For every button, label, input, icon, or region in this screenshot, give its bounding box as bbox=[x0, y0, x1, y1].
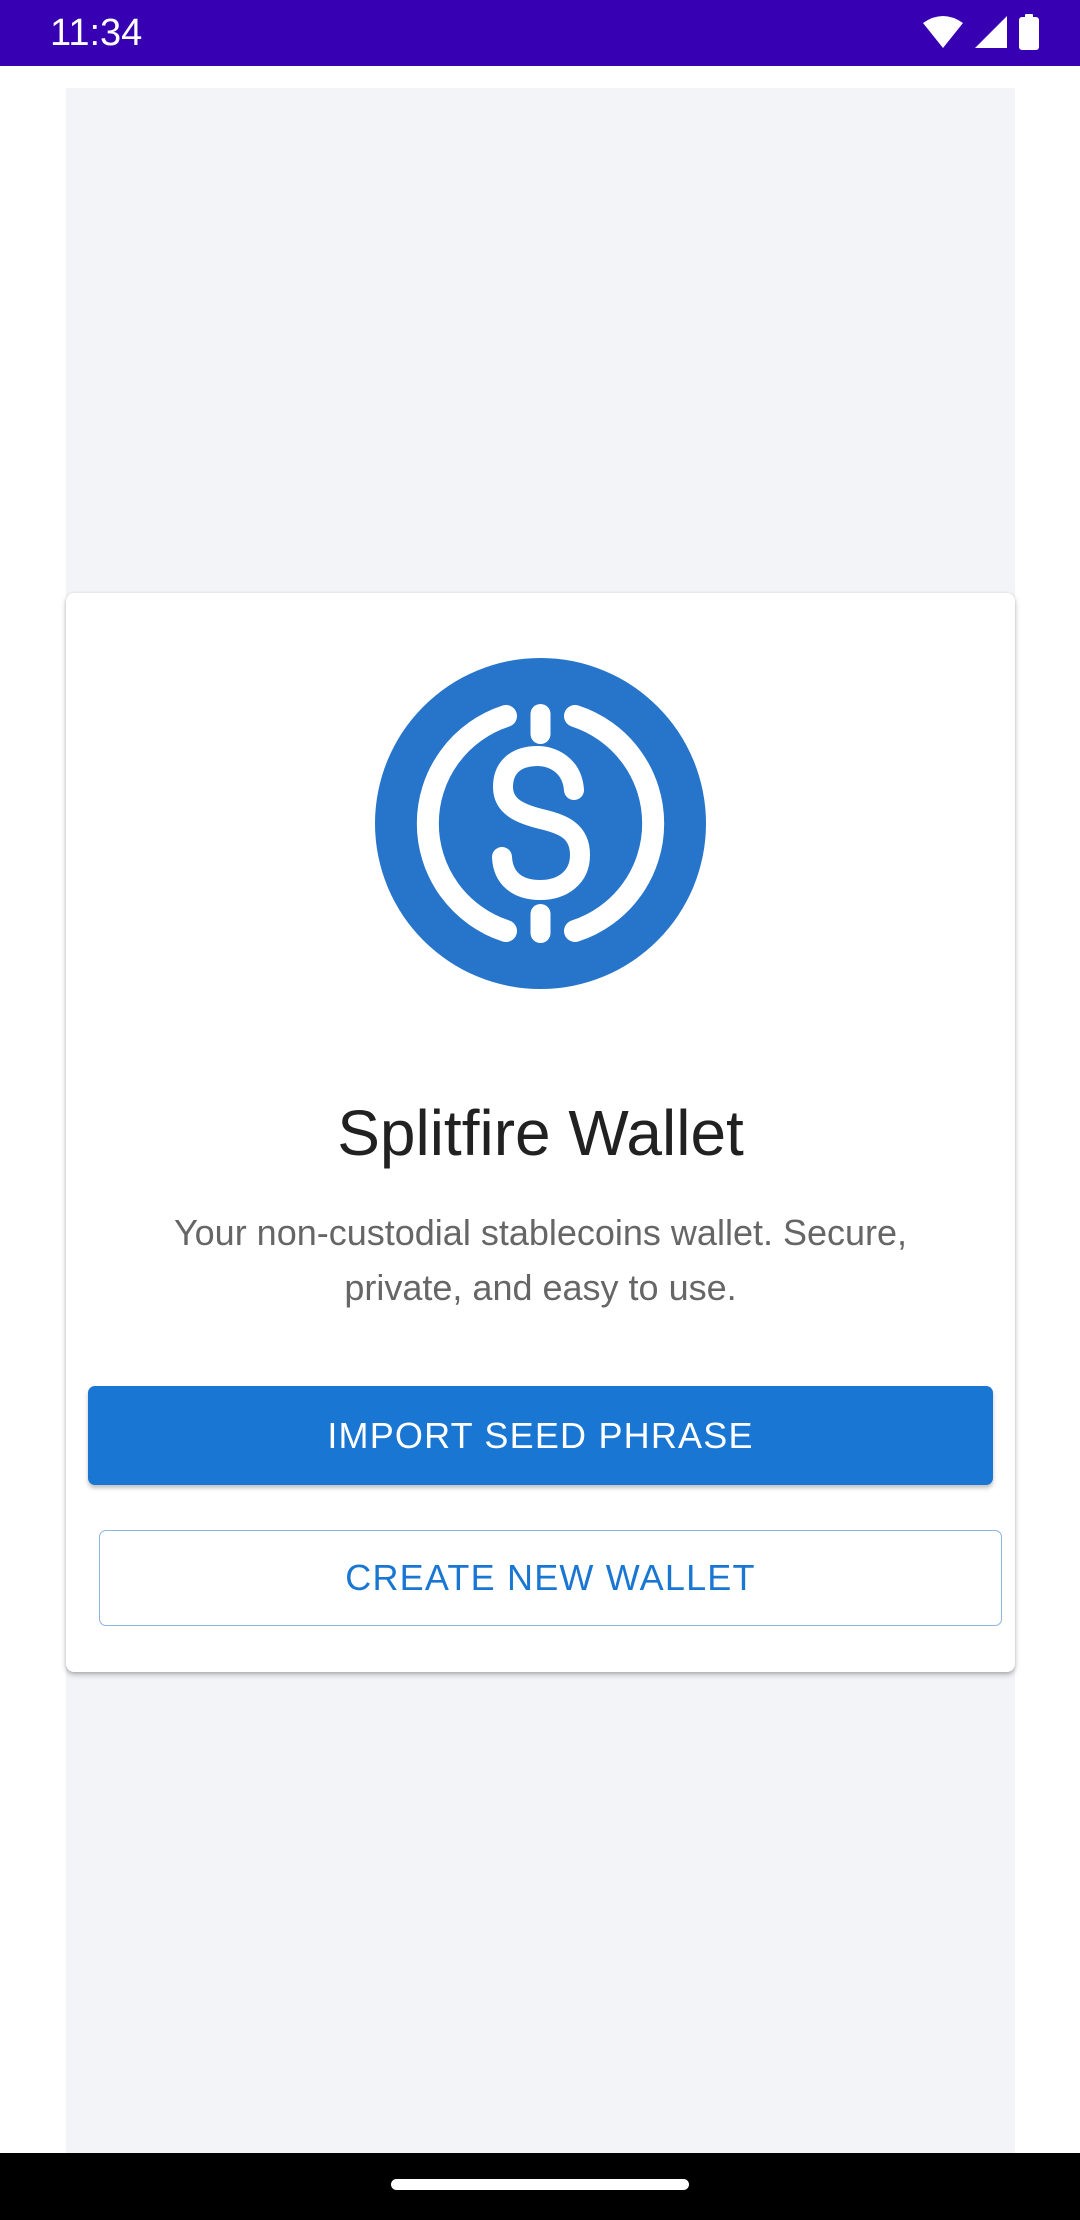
import-seed-phrase-button[interactable]: IMPORT SEED PHRASE bbox=[88, 1386, 993, 1485]
create-new-wallet-label: CREATE NEW WALLET bbox=[345, 1557, 756, 1598]
signal-icon bbox=[974, 15, 1008, 49]
navigation-bar bbox=[0, 2153, 1080, 2220]
app-tagline: Your non-custodial stablecoins wallet. S… bbox=[173, 1212, 908, 1308]
status-time: 11:34 bbox=[50, 12, 143, 54]
status-icons bbox=[922, 14, 1040, 50]
app-title: Splitfire Wallet bbox=[337, 1097, 744, 1169]
usdc-dollar-coin-icon bbox=[375, 658, 706, 989]
welcome-card: Splitfire Wallet Your non-custodial stab… bbox=[66, 593, 1015, 1672]
status-bar: 11:34 bbox=[0, 0, 1080, 66]
battery-icon bbox=[1018, 14, 1040, 50]
wifi-icon bbox=[922, 15, 964, 49]
create-new-wallet-button[interactable]: CREATE NEW WALLET bbox=[99, 1530, 1002, 1626]
import-seed-phrase-label: IMPORT SEED PHRASE bbox=[327, 1414, 754, 1456]
home-gesture-handle[interactable] bbox=[391, 2179, 689, 2190]
